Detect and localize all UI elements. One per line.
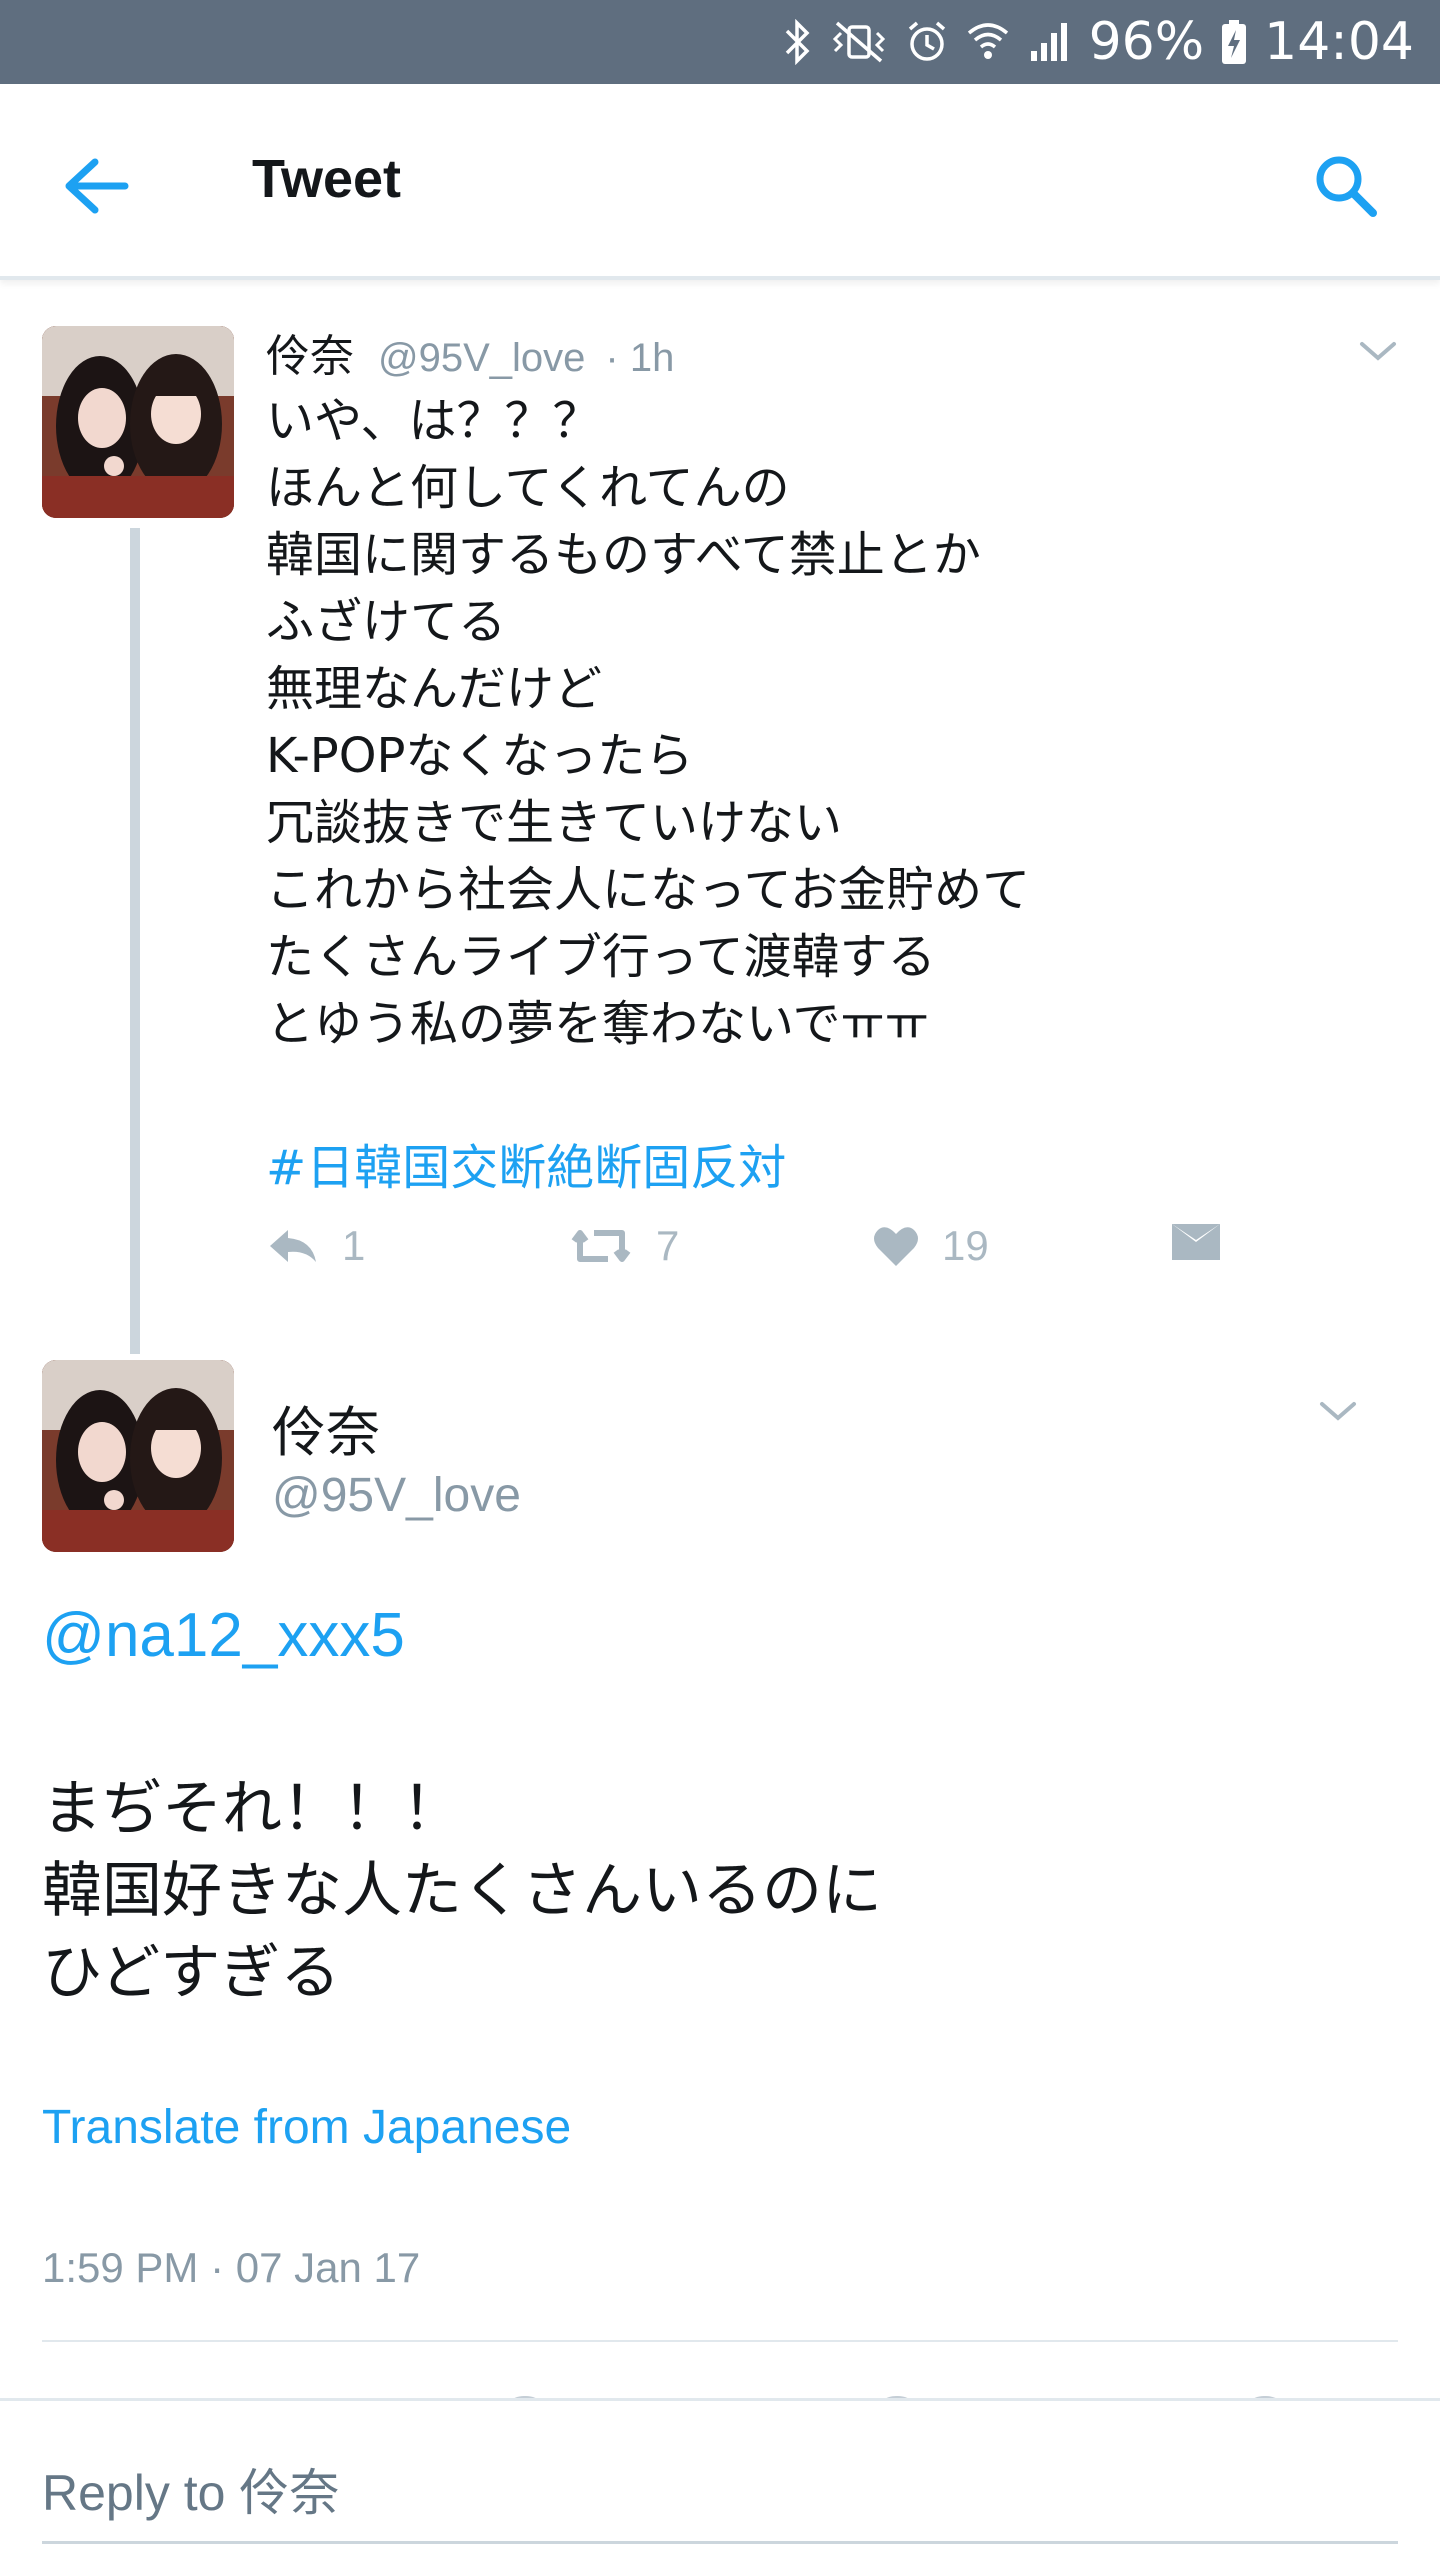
hashtag-link[interactable]: #日韓国交断絶断固反対	[266, 1128, 786, 1198]
tweet-line: K-POPなくなったら	[266, 728, 694, 784]
vibrate-mute-icon	[829, 19, 889, 65]
retweet-count: 7	[656, 1222, 680, 1269]
avatar[interactable]	[42, 1360, 234, 1552]
translate-link[interactable]: Translate from Japanese	[42, 2100, 571, 2155]
heart-icon	[874, 1227, 918, 1266]
tweet-actions: 1 7 19	[266, 1222, 1266, 1292]
tweet-menu-button[interactable]	[1350, 332, 1406, 372]
tweet-line: とゆう私の夢を奪わないでㅠㅠ	[266, 996, 929, 1052]
signal-icon	[1027, 19, 1073, 65]
tweet-line: 韓国に関するものすべて禁止とか	[266, 527, 981, 583]
avatar-photo	[42, 1360, 234, 1552]
user-handle[interactable]: @95V_love	[272, 1468, 521, 1523]
user-handle[interactable]: @95V_love	[378, 336, 585, 380]
like-count: 19	[942, 1222, 989, 1269]
reply-bar: Reply to 伶奈	[0, 2398, 1440, 2560]
reply-count: 1	[342, 1222, 366, 1269]
tweet-line: これから社会人になってお金貯めて	[266, 862, 1031, 918]
reply-icon	[270, 1230, 316, 1262]
tweet-line: 無理なんだけど	[266, 661, 603, 717]
chevron-down-icon	[1320, 1402, 1356, 1421]
page-title: Tweet	[252, 149, 402, 209]
arrow-left-icon	[65, 158, 129, 214]
search-icon	[1316, 156, 1377, 217]
reply-input-underline	[42, 2541, 1398, 2544]
divider	[42, 2340, 1398, 2342]
status-bar: 96% 14:04	[0, 0, 1440, 84]
thread-line	[130, 528, 140, 1354]
tweet-text: まぢそれ！！！ 韓国好きな人たくさんいるのに ひどすぎる	[42, 1768, 1402, 2014]
tweet-line: 冗談抜きで生きていけない	[266, 795, 843, 851]
tweet-line: いや、は？？？	[266, 393, 601, 449]
retweet-icon	[571, 1230, 631, 1262]
avatar[interactable]	[42, 326, 234, 518]
reply-input[interactable]: Reply to 伶奈	[42, 2453, 339, 2525]
back-button[interactable]	[56, 146, 136, 226]
envelope-icon	[1172, 1224, 1220, 1260]
avatar-photo	[42, 326, 234, 518]
app-header: Tweet	[0, 84, 1440, 280]
tweet-line: ひどすぎる	[42, 1938, 341, 2008]
display-name[interactable]: 伶奈	[272, 1388, 380, 1467]
tweet-line: 韓国好きな人たくさんいるのに	[42, 1856, 882, 1926]
battery-charging-icon	[1220, 18, 1248, 66]
mention-link[interactable]: @na12_xxx5	[42, 1600, 405, 1671]
status-icons: 96% 14:04	[783, 0, 1414, 84]
tweet-line: まぢそれ！！！	[42, 1774, 462, 1844]
tweet-menu-button[interactable]	[1310, 1392, 1366, 1432]
clock-time: 14:04	[1264, 12, 1414, 72]
tweet-timestamp: 1:59 PM · 07 Jan 17	[42, 2244, 421, 2291]
display-name[interactable]: 伶奈	[266, 331, 354, 382]
alarm-icon	[905, 19, 949, 65]
search-button[interactable]	[1304, 144, 1388, 228]
chevron-down-icon	[1360, 342, 1396, 361]
bluetooth-icon	[783, 19, 813, 65]
like-button[interactable]: 19	[872, 1222, 989, 1270]
tweet-time-ago: · 1h	[605, 336, 675, 380]
wifi-icon	[965, 19, 1011, 65]
tweet-text: いや、は？？？ ほんと何してくれてんの 韓国に関するものすべて禁止とか ふざけて…	[266, 388, 1366, 1058]
retweet-button[interactable]: 7	[568, 1222, 679, 1270]
parent-tweet-header: 伶奈 @95V_love · 1h	[266, 320, 674, 384]
direct-message-button[interactable]	[1170, 1222, 1222, 1262]
tweet-line: ふざけてる	[266, 594, 507, 650]
reply-button[interactable]: 1	[266, 1222, 365, 1270]
battery-percent: 96%	[1088, 12, 1205, 72]
tweet-line: たくさんライブ行って渡韓する	[266, 929, 936, 985]
tweet-line: ほんと何してくれてんの	[266, 460, 790, 516]
